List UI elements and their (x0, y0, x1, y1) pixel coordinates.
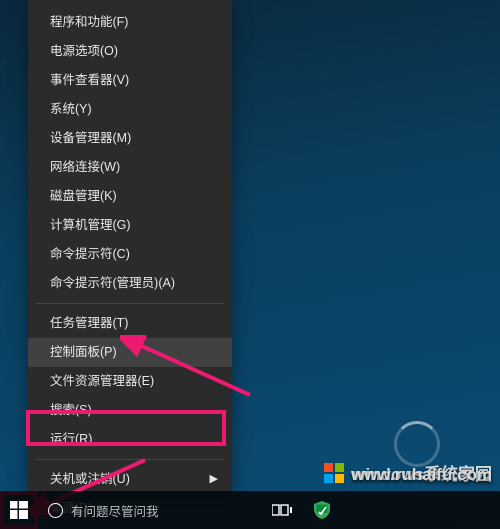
menu-item-programs-and-features[interactable]: 程序和功能(F) (28, 8, 232, 37)
menu-item-event-viewer[interactable]: 事件查看器(V) (28, 66, 232, 95)
cortana-placeholder: 有问题尽管问我 (71, 501, 159, 520)
windows-logo-icon (324, 462, 346, 484)
menu-item-network-connections[interactable]: 网络连接(W) (28, 153, 232, 182)
menu-item-task-manager[interactable]: 任务管理器(T) (28, 309, 232, 338)
menu-item-label: 命令提示符(C) (50, 240, 130, 269)
menu-separator (36, 303, 224, 304)
task-view-icon (272, 502, 292, 518)
menu-item-system[interactable]: 系统(Y) (28, 95, 232, 124)
winx-context-menu: 程序和功能(F) 电源选项(O) 事件查看器(V) 系统(Y) 设备管理器(M)… (28, 0, 232, 491)
menu-item-label: 任务管理器(T) (50, 309, 128, 338)
menu-separator (36, 459, 224, 460)
menu-item-label: 磁盘管理(K) (50, 182, 117, 211)
menu-item-file-explorer[interactable]: 文件资源管理器(E) (28, 367, 232, 396)
menu-item-run[interactable]: 运行(R) (28, 425, 232, 454)
menu-item-label: 程序和功能(F) (50, 8, 128, 37)
menu-item-label: 搜索(S) (50, 396, 92, 425)
taskbar-app-shield[interactable] (302, 491, 342, 529)
menu-item-label: 控制面板(P) (50, 338, 117, 367)
menu-item-label: 命令提示符(管理员)(A) (50, 269, 175, 298)
chevron-right-icon: ▶ (210, 465, 218, 494)
menu-item-disk-management[interactable]: 磁盘管理(K) (28, 182, 232, 211)
menu-item-computer-management[interactable]: 计算机管理(G) (28, 211, 232, 240)
shield-app-icon (312, 500, 332, 520)
menu-item-label: 计算机管理(G) (50, 211, 131, 240)
menu-item-shutdown-or-signout[interactable]: 关机或注销(U) ▶ (28, 465, 232, 494)
start-button[interactable] (0, 491, 38, 529)
menu-item-label: 系统(Y) (50, 95, 92, 124)
menu-item-label: 电源选项(O) (50, 37, 118, 66)
menu-item-label: 关机或注销(U) (50, 465, 130, 494)
menu-item-label: 运行(R) (50, 425, 92, 454)
menu-item-label: 网络连接(W) (50, 153, 120, 182)
menu-item-label: 设备管理器(M) (50, 124, 131, 153)
windows-start-icon (10, 501, 28, 519)
cortana-ring-icon (48, 503, 63, 518)
menu-item-command-prompt-admin[interactable]: 命令提示符(管理员)(A) (28, 269, 232, 298)
menu-item-command-prompt[interactable]: 命令提示符(C) (28, 240, 232, 269)
menu-item-device-manager[interactable]: 设备管理器(M) (28, 124, 232, 153)
menu-item-control-panel[interactable]: 控制面板(P) (28, 338, 232, 367)
watermark-subtext: www.ruhaifu.com (351, 465, 492, 485)
menu-item-power-options[interactable]: 电源选项(O) (28, 37, 232, 66)
menu-item-label: 事件查看器(V) (50, 66, 129, 95)
menu-item-label: 文件资源管理器(E) (50, 367, 154, 396)
desktop: 程序和功能(F) 电源选项(O) 事件查看器(V) 系统(Y) 设备管理器(M)… (0, 0, 500, 529)
cortana-search-box[interactable]: 有问题尽管问我 (38, 491, 258, 529)
task-view-button[interactable] (262, 491, 302, 529)
taskbar-pinned-apps (262, 491, 342, 529)
menu-item-search[interactable]: 搜索(S) (28, 396, 232, 425)
taskbar: 有问题尽管问我 (0, 491, 500, 529)
